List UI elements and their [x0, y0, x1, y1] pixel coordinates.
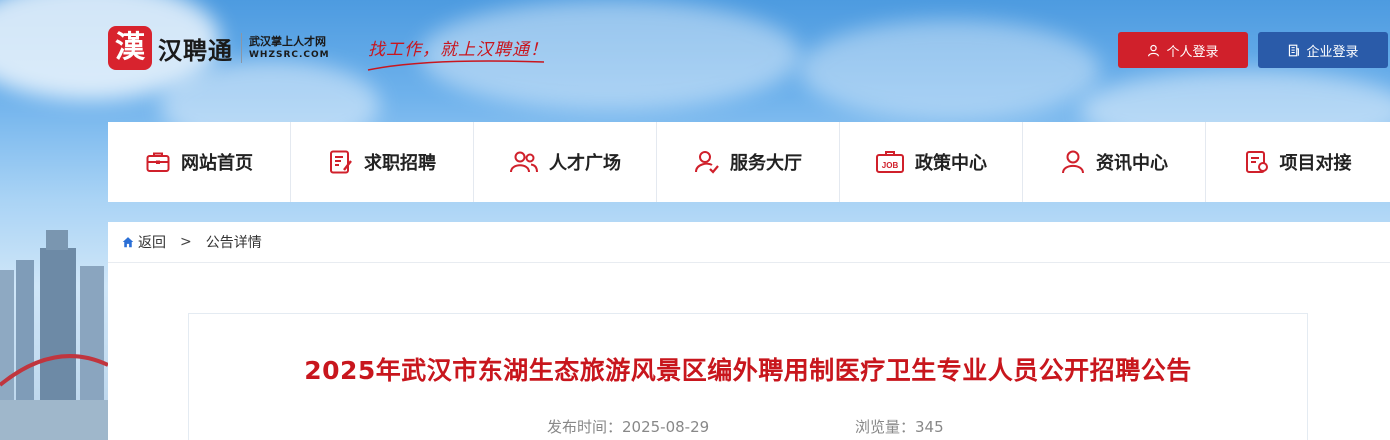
people-icon [510, 151, 538, 173]
building-icon [1289, 44, 1300, 56]
slogan-swoosh [367, 60, 545, 71]
nav-item-service[interactable]: 服务大厅 [657, 122, 840, 202]
logo-divider [241, 33, 242, 63]
logo-name: 汉聘通 [158, 36, 233, 65]
nav-item-home[interactable]: 网站首页 [108, 122, 291, 202]
nav-label-talent: 人才广场 [549, 153, 621, 174]
person-icon [1062, 150, 1084, 174]
publish-date: 发布时间：2025-08-29 [547, 418, 710, 436]
company-login-button[interactable]: 企业登录 [1258, 32, 1388, 68]
logo-subtitle: 武汉掌上人才网 WHZSRC.COM [249, 35, 330, 61]
breadcrumb-separator: > [180, 234, 192, 250]
nav-label-service: 服务大厅 [730, 153, 802, 174]
user-icon [1148, 44, 1160, 56]
article-title: 2025年武汉市东湖生态旅游风景区编外聘用制医疗卫生专业人员公开招聘公告 [304, 356, 1192, 385]
back-link[interactable]: 返回 [138, 232, 166, 252]
nav-label-home: 网站首页 [181, 153, 253, 174]
site-logo[interactable]: 漢 汉聘通 武汉掌上人才网 WHZSRC.COM [108, 25, 330, 71]
breadcrumb: 返回 > 公告详情 [108, 222, 1390, 263]
briefcase-icon [146, 152, 170, 172]
breadcrumb-current: 公告详情 [205, 235, 262, 251]
personal-login-label: 个人登录 [1166, 44, 1219, 60]
main-nav: 网站首页 求职招聘 人才广场 服务大厅 JOB 政策中心 资讯中心 项目对接 [108, 122, 1390, 202]
nav-item-projects[interactable]: 项目对接 [1206, 122, 1389, 202]
nav-label-policy: 政策中心 [915, 153, 987, 174]
nav-item-news[interactable]: 资讯中心 [1023, 122, 1206, 202]
job-icon: JOB [876, 151, 904, 173]
project-icon [1245, 151, 1268, 173]
logo-mark: 漢 [108, 26, 152, 70]
logo-subtitle-cn: 武汉掌上人才网 [249, 35, 326, 48]
nav-label-projects: 项目对接 [1279, 153, 1352, 174]
resume-icon [330, 150, 352, 174]
service-icon [695, 151, 719, 174]
city-skyline [0, 230, 108, 440]
logo-subtitle-en: WHZSRC.COM [249, 50, 330, 60]
nav-item-jobs[interactable]: 求职招聘 [291, 122, 474, 202]
nav-label-news: 资讯中心 [1096, 153, 1168, 174]
article-card: 2025年武汉市东湖生态旅游风景区编外聘用制医疗卫生专业人员公开招聘公告 发布时… [188, 313, 1308, 440]
nav-item-policy[interactable]: JOB 政策中心 [840, 122, 1023, 202]
personal-login-button[interactable]: 个人登录 [1118, 32, 1248, 68]
home-icon [122, 237, 134, 248]
nav-item-talent[interactable]: 人才广场 [474, 122, 657, 202]
nav-label-jobs: 求职招聘 [364, 153, 436, 174]
company-login-label: 企业登录 [1306, 44, 1359, 60]
content-panel: 返回 > 公告详情 2025年武汉市东湖生态旅游风景区编外聘用制医疗卫生专业人员… [108, 222, 1390, 440]
view-count: 浏览量：345 [855, 418, 944, 436]
svg-text:JOB: JOB [882, 161, 899, 170]
